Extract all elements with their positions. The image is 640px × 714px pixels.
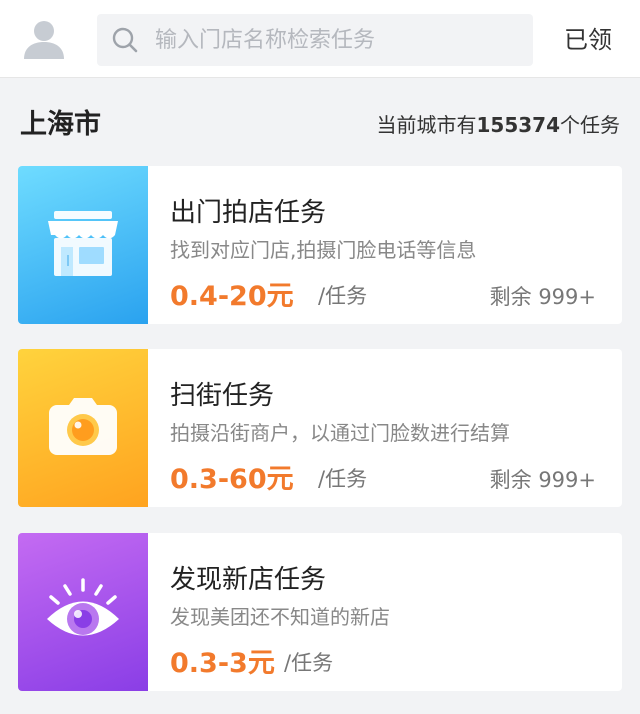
task-thumbnail (18, 349, 148, 507)
camera-icon (49, 398, 117, 455)
task-description: 找到对应门店,拍摄门脸电话等信息 (170, 238, 477, 262)
city-name[interactable]: 上海市 (20, 102, 101, 141)
task-description: 发现美团还不知道的新店 (170, 605, 390, 629)
search-icon (112, 27, 138, 53)
task-remaining: 剩余 999+ (489, 468, 596, 492)
claimed-tasks-button[interactable]: 已领 (548, 20, 628, 60)
city-row: 上海市 当前城市有155374个任务 (0, 78, 640, 166)
summary-suffix: 个任务 (560, 113, 620, 137)
eye-icon (47, 578, 119, 636)
summary-prefix: 当前城市有 (376, 113, 477, 137)
task-card-discover-store[interactable]: 发现新店任务 发现美团还不知道的新店 0.3-3元 /任务 (18, 533, 622, 691)
task-price-unit: /任务 (284, 651, 334, 675)
task-remaining: 剩余 999+ (489, 285, 596, 309)
city-task-summary: 当前城市有155374个任务 (377, 109, 621, 138)
search-box[interactable] (97, 14, 533, 66)
task-price: 0.3-3元 (170, 648, 275, 679)
user-avatar-icon[interactable] (22, 17, 66, 61)
task-thumbnail (18, 533, 148, 691)
task-card-store-photo[interactable]: 出门拍店任务 找到对应门店,拍摄门脸电话等信息 0.4-20元 /任务 剩余 9… (18, 166, 622, 324)
task-price-unit: /任务 (318, 284, 368, 308)
task-title: 发现新店任务 (170, 565, 327, 595)
task-title: 扫街任务 (170, 381, 275, 411)
task-title: 出门拍店任务 (170, 198, 327, 228)
search-input[interactable] (155, 14, 525, 66)
task-price: 0.3-60元 (170, 464, 294, 495)
task-card-street-sweep[interactable]: 扫街任务 拍摄沿街商户，以通过门脸数进行结算 0.3-60元 /任务 剩余 99… (18, 349, 622, 507)
task-price: 0.4-20元 (170, 281, 294, 312)
top-bar: 已领 (0, 0, 640, 78)
task-description: 拍摄沿街商户，以通过门脸数进行结算 (170, 421, 510, 445)
task-thumbnail (18, 166, 148, 324)
task-count: 155374 (476, 113, 561, 137)
storefront-icon (48, 211, 118, 276)
task-price-unit: /任务 (318, 467, 368, 491)
